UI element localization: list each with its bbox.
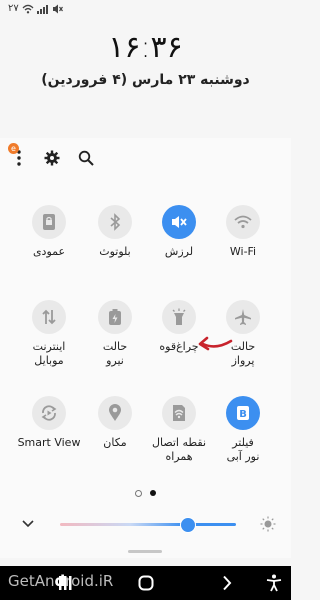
tile-label: فیلتر نور آبی [226, 436, 260, 463]
airplane-icon [226, 300, 260, 334]
vibrate-mute-icon [162, 205, 196, 239]
tile-label: بلوتوث [99, 245, 131, 258]
chevron-down-icon[interactable] [22, 520, 34, 528]
tile-power-mode[interactable]: حالت نیرو [80, 300, 150, 368]
tile-label: Wi-Fi [229, 245, 257, 258]
accessibility-icon[interactable] [266, 574, 282, 592]
recents-icon[interactable] [58, 575, 72, 591]
status-time-text: ۲۷ [8, 3, 19, 14]
tile-label: عمودی [32, 245, 66, 258]
home-icon[interactable] [138, 575, 154, 591]
smart-view-icon [32, 396, 66, 430]
page-indicator [0, 490, 291, 497]
notification-badge: e [8, 143, 19, 154]
watermark-suffix: roid.iR [65, 572, 114, 590]
flashlight-icon [162, 300, 196, 334]
lock-rotation-icon [32, 205, 66, 239]
power-mode-icon [98, 300, 132, 334]
signal-icon [36, 4, 49, 14]
blue-light-filter-icon: B [226, 396, 260, 430]
tile-label: اینترنت موبایل [32, 340, 66, 367]
wifi-icon [226, 205, 260, 239]
tile-wifi[interactable]: Wi-Fi [208, 205, 278, 259]
wifi-icon [22, 4, 34, 13]
mobile-data-icon [32, 300, 66, 334]
tile-location[interactable]: مکان [80, 396, 150, 450]
settings-gear-icon[interactable] [44, 150, 60, 166]
tile-portrait[interactable]: عمودی [14, 205, 84, 259]
more-options-icon [17, 150, 21, 166]
page-dot[interactable] [135, 490, 142, 497]
auto-brightness-icon[interactable] [260, 516, 276, 532]
tile-bluetooth[interactable]: بلوتوث [80, 205, 150, 259]
page-dot-active[interactable] [150, 490, 156, 496]
tile-label: مکان [103, 436, 127, 449]
more-options-button[interactable]: e [8, 143, 26, 168]
watermark-prefix: GetAn [8, 572, 55, 590]
annotation-arrow-icon [198, 336, 233, 351]
panel-drag-handle[interactable] [128, 550, 162, 553]
status-bar: ۲۷ [0, 0, 291, 22]
tile-label: Smart View [17, 436, 81, 449]
svg-text:B: B [239, 409, 247, 420]
tile-hotspot[interactable]: نقطه اتصال همراه [144, 396, 214, 464]
brightness-slider[interactable] [60, 523, 236, 526]
hotspot-icon [162, 396, 196, 430]
navigation-bar: GetAndroid.iR [0, 566, 291, 600]
tile-smart-view[interactable]: Smart View [14, 396, 84, 450]
search-icon[interactable] [78, 150, 94, 166]
bluetooth-icon [98, 205, 132, 239]
tile-label: لرزش [164, 245, 194, 258]
tile-label: نقطه اتصال همراه [151, 436, 207, 463]
tile-label: حالت نیرو [102, 340, 128, 367]
lock-clock: ۱۶:۳۶ [108, 30, 183, 65]
status-left: ۲۷ [8, 3, 63, 14]
back-icon[interactable] [222, 575, 232, 591]
lock-date: دوشنبه ۲۳ مارس (۴ فروردین) [41, 72, 250, 88]
tile-vibrate[interactable]: لرزش [144, 205, 214, 259]
tile-mobile-data[interactable]: اینترنت موبایل [14, 300, 84, 368]
quick-panel-toolbar: e [8, 143, 94, 168]
brightness-control [16, 513, 279, 537]
brightness-slider-thumb[interactable] [180, 517, 197, 533]
tile-blue-light-filter[interactable]: B فیلتر نور آبی [208, 396, 278, 464]
location-icon [98, 396, 132, 430]
mute-icon [52, 4, 63, 13]
